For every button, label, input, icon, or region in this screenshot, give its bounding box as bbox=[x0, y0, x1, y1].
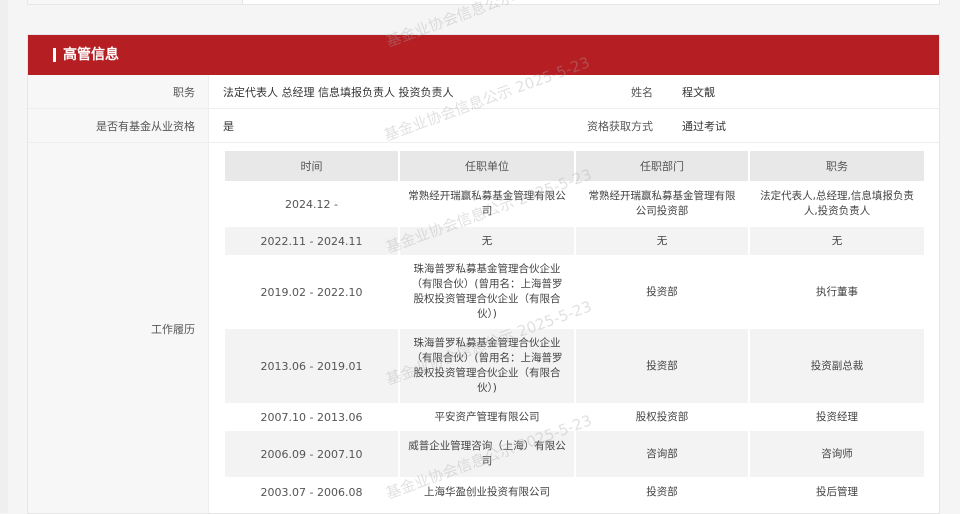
table-row: 2024.12 - 常熟经开瑞赢私募基金管理有限公司 常熟经开瑞赢私募基金管理有… bbox=[225, 181, 926, 227]
history-department: 投资部 bbox=[575, 255, 750, 329]
history-employer: 珠海普罗私募基金管理合伙企业（有限合伙）(曾用名：上海普罗股权投资管理合伙企业（… bbox=[399, 255, 576, 329]
previous-section-remnant bbox=[27, 0, 940, 5]
work-history-table: 时间 任职单位 任职部门 职务 2024.12 - 常熟经开瑞赢私募基金管理有限… bbox=[225, 151, 926, 507]
position-row: 职务 法定代表人 总经理 信息填报负责人 投资负责人 姓名 程文靓 bbox=[28, 75, 939, 109]
table-row: 2022.11 - 2024.11 无 无 无 bbox=[225, 227, 926, 255]
history-department: 常熟经开瑞赢私募基金管理有限公司投资部 bbox=[575, 181, 750, 227]
history-employer: 平安资产管理有限公司 bbox=[399, 403, 576, 431]
history-department: 股权投资部 bbox=[575, 403, 750, 431]
work-history-header-row: 时间 任职单位 任职部门 职务 bbox=[225, 151, 926, 181]
section-header: 高管信息 bbox=[28, 35, 939, 75]
history-title: 法定代表人,总经理,信息填报负责人,投资负责人 bbox=[749, 181, 926, 227]
history-time: 2007.10 - 2013.06 bbox=[225, 403, 400, 431]
section-title: 高管信息 bbox=[63, 47, 119, 63]
qualification-label: 是否有基金从业资格 bbox=[28, 109, 209, 142]
method-label: 资格获取方式 bbox=[485, 109, 666, 142]
history-department: 投资部 bbox=[575, 329, 750, 403]
history-employer: 上海华盈创业投资有限公司 bbox=[399, 477, 576, 507]
history-title: 投资经理 bbox=[749, 403, 926, 431]
method-value: 通过考试 bbox=[682, 119, 726, 133]
history-time: 2006.09 - 2007.10 bbox=[225, 431, 400, 477]
executive-info-panel: 高管信息 职务 法定代表人 总经理 信息填报负责人 投资负责人 姓名 程文靓 是… bbox=[27, 34, 940, 514]
history-title: 咨询师 bbox=[749, 431, 926, 477]
history-time: 2003.07 - 2006.08 bbox=[225, 477, 400, 507]
name-value: 程文靓 bbox=[682, 85, 715, 99]
history-time: 2022.11 - 2024.11 bbox=[225, 227, 400, 255]
history-time: 2024.12 - bbox=[225, 181, 400, 227]
history-title: 投资副总裁 bbox=[749, 329, 926, 403]
qualification-value: 是 bbox=[223, 119, 234, 133]
table-row: 2019.02 - 2022.10 珠海普罗私募基金管理合伙企业（有限合伙）(曾… bbox=[225, 255, 926, 329]
history-employer: 无 bbox=[399, 227, 576, 255]
page-left-strip bbox=[0, 0, 8, 513]
history-department: 投资部 bbox=[575, 477, 750, 507]
history-employer: 威普企业管理咨询（上海）有限公司 bbox=[399, 431, 576, 477]
column-header-title: 职务 bbox=[749, 151, 926, 181]
history-time: 2013.06 - 2019.01 bbox=[225, 329, 400, 403]
history-title: 无 bbox=[749, 227, 926, 255]
work-history-label: 工作履历 bbox=[28, 143, 209, 513]
table-row: 2003.07 - 2006.08 上海华盈创业投资有限公司 投资部 投后管理 bbox=[225, 477, 926, 507]
table-row: 2007.10 - 2013.06 平安资产管理有限公司 股权投资部 投资经理 bbox=[225, 403, 926, 431]
position-label: 职务 bbox=[28, 75, 209, 108]
position-value: 法定代表人 总经理 信息填报负责人 投资负责人 bbox=[223, 85, 454, 99]
table-row: 2006.09 - 2007.10 威普企业管理咨询（上海）有限公司 咨询部 咨… bbox=[225, 431, 926, 477]
history-title: 执行董事 bbox=[749, 255, 926, 329]
history-time: 2019.02 - 2022.10 bbox=[225, 255, 400, 329]
column-header-employer: 任职单位 bbox=[399, 151, 576, 181]
history-department: 无 bbox=[575, 227, 750, 255]
column-header-department: 任职部门 bbox=[575, 151, 750, 181]
header-accent-bar bbox=[53, 48, 56, 62]
history-title: 投后管理 bbox=[749, 477, 926, 507]
table-row: 2013.06 - 2019.01 珠海普罗私募基金管理合伙企业（有限合伙）(曾… bbox=[225, 329, 926, 403]
history-employer: 常熟经开瑞赢私募基金管理有限公司 bbox=[399, 181, 576, 227]
qualification-row: 是否有基金从业资格 是 资格获取方式 通过考试 bbox=[28, 109, 939, 143]
name-label: 姓名 bbox=[485, 75, 666, 108]
column-header-time: 时间 bbox=[225, 151, 400, 181]
history-department: 咨询部 bbox=[575, 431, 750, 477]
history-employer: 珠海普罗私募基金管理合伙企业（有限合伙）(曾用名：上海普罗股权投资管理合伙企业（… bbox=[399, 329, 576, 403]
